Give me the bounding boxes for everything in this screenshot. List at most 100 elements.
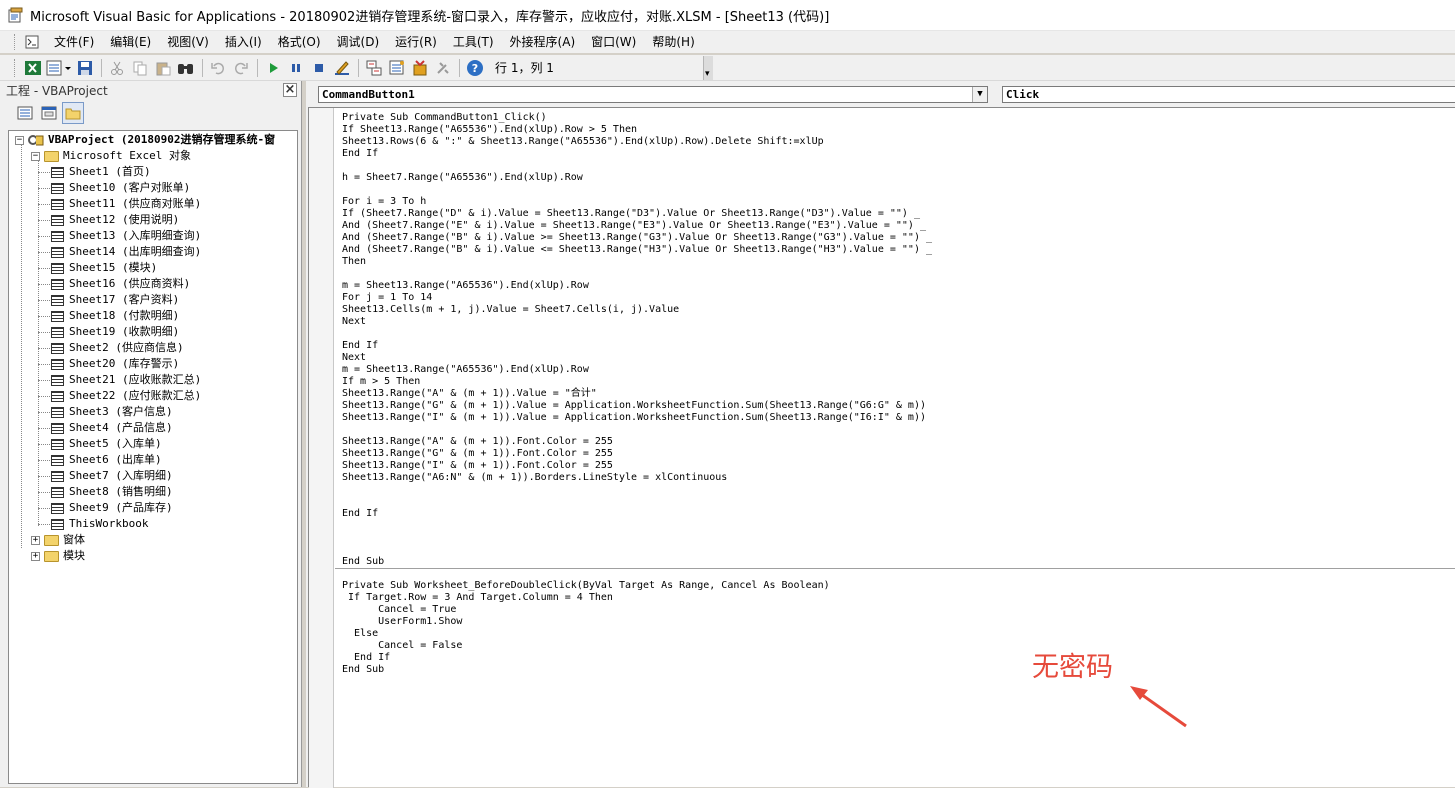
tree-item-sheet[interactable]: Sheet11 (供应商对账单) <box>38 196 201 212</box>
menu-insert[interactable]: 插入(I) <box>217 31 270 53</box>
undo-icon[interactable] <box>207 57 229 79</box>
menu-help[interactable]: 帮助(H) <box>644 31 702 53</box>
tree-item-label: Sheet17 (客户资料) <box>69 293 180 306</box>
tree-item-label: Sheet22 (应付账款汇总) <box>69 389 202 402</box>
menu-file[interactable]: 文件(F) <box>46 31 102 53</box>
toolbox-icon[interactable] <box>432 57 454 79</box>
workbook-icon <box>51 518 64 530</box>
sheet-icon <box>51 294 64 306</box>
sheet-icon <box>51 358 64 370</box>
close-icon[interactable]: × <box>283 83 297 97</box>
tree-item-sheet[interactable]: Sheet7 (入库明细) <box>38 468 173 484</box>
tree-item-sheet[interactable]: Sheet15 (模块) <box>38 260 158 276</box>
tree-folder-forms[interactable]: + 窗体 <box>31 532 85 548</box>
tree-item-sheet[interactable]: Sheet16 (供应商资料) <box>38 276 190 292</box>
procedure-combo[interactable]: Click <box>1002 86 1455 103</box>
menu-format[interactable]: 格式(O) <box>270 31 329 53</box>
code-editor[interactable]: Private Sub CommandButton1_Click() If Sh… <box>308 107 1455 788</box>
tree-item-label: Sheet7 (入库明细) <box>69 469 173 482</box>
properties-icon[interactable] <box>386 57 408 79</box>
tree-folder-excel-objects[interactable]: − Microsoft Excel 对象 <box>31 148 191 164</box>
project-explorer: 工程 - VBAProject × − VBAProject (20180902… <box>0 81 302 787</box>
menu-tools[interactable]: 工具(T) <box>445 31 502 53</box>
menu-run[interactable]: 运行(R) <box>387 31 445 53</box>
tree-item-sheet[interactable]: Sheet1 (首页) <box>38 164 151 180</box>
tree-item-label: ThisWorkbook <box>69 517 149 530</box>
title-bar: Microsoft Visual Basic for Applications … <box>0 0 1455 31</box>
code-proc-worksheet-beforedoubleclick[interactable]: Private Sub Worksheet_BeforeDoubleClick(… <box>342 580 830 676</box>
tree-item-sheet[interactable]: Sheet17 (客户资料) <box>38 292 180 308</box>
tree-item-sheet[interactable]: Sheet5 (入库单) <box>38 436 162 452</box>
vba-app-icon[interactable] <box>8 7 24 23</box>
collapse-icon[interactable]: − <box>15 135 24 145</box>
tree-item-label: Sheet1 (首页) <box>69 165 151 178</box>
chevron-down-icon[interactable]: ▼ <box>972 87 987 102</box>
menu-debug[interactable]: 调试(D) <box>329 31 388 53</box>
tree-folder-modules[interactable]: + 模块 <box>31 548 85 564</box>
toolbar-options-icon[interactable] <box>703 55 713 80</box>
tree-item-label: Sheet8 (销售明细) <box>69 485 173 498</box>
design-mode-icon[interactable] <box>331 57 353 79</box>
tree-item-sheet[interactable]: Sheet10 (客户对账单) <box>38 180 190 196</box>
tree-item-sheet[interactable]: Sheet3 (客户信息) <box>38 404 173 420</box>
tree-item-label: Sheet19 (收款明细) <box>69 325 180 338</box>
copy-icon[interactable] <box>129 57 151 79</box>
view-object-icon[interactable] <box>38 102 60 124</box>
tree-item-sheet[interactable]: Sheet20 (库存警示) <box>38 356 179 372</box>
expand-icon[interactable]: + <box>31 551 40 561</box>
sheet-icon <box>51 198 64 210</box>
code-margin[interactable] <box>309 108 334 788</box>
sheet-icon <box>51 230 64 242</box>
project-explorer-title: 工程 - VBAProject <box>6 83 108 98</box>
menu-view[interactable]: 视图(V) <box>159 31 217 53</box>
save-icon[interactable] <box>74 57 96 79</box>
tree-item-label: Sheet6 (出库单) <box>69 453 162 466</box>
tree-item-sheet[interactable]: Sheet12 (使用说明) <box>38 212 179 228</box>
reset-icon[interactable] <box>308 57 330 79</box>
find-icon[interactable] <box>175 57 197 79</box>
tree-item-sheet[interactable]: Sheet22 (应付账款汇总) <box>38 388 202 404</box>
tree-item-sheet[interactable]: Sheet9 (产品库存) <box>38 500 173 516</box>
sheet-icon <box>51 182 64 194</box>
paste-icon[interactable] <box>152 57 174 79</box>
tree-item-sheet[interactable]: Sheet18 (付款明细) <box>38 308 179 324</box>
sheet-icon <box>51 470 64 482</box>
run-icon[interactable] <box>262 57 284 79</box>
menu-addins[interactable]: 外接程序(A) <box>502 31 584 53</box>
object-combo[interactable]: CommandButton1 ▼ <box>318 86 988 103</box>
tree-item-sheet[interactable]: Sheet4 (产品信息) <box>38 420 173 436</box>
cut-icon[interactable] <box>106 57 128 79</box>
toolbar-separator <box>202 58 203 77</box>
view-code-icon[interactable] <box>14 102 36 124</box>
tree-item-label: Sheet14 (出库明细查询) <box>69 245 202 258</box>
redo-icon[interactable] <box>230 57 252 79</box>
toolbar-grip[interactable] <box>14 34 18 50</box>
excel-icon[interactable] <box>22 57 44 79</box>
tree-root-label: VBAProject (20180902进销存管理系统-窗 <box>48 133 276 146</box>
help-icon[interactable]: ? <box>464 57 486 79</box>
tree-item-sheet[interactable]: Sheet21 (应收账款汇总) <box>38 372 201 388</box>
insert-module-icon[interactable] <box>45 57 73 79</box>
toolbar-grip[interactable] <box>14 58 18 77</box>
excel-sheet-icon[interactable] <box>22 32 42 52</box>
object-browser-icon[interactable] <box>409 57 431 79</box>
tree-item-sheet[interactable]: Sheet8 (销售明细) <box>38 484 173 500</box>
toggle-folders-icon[interactable] <box>62 102 84 124</box>
expand-icon[interactable]: + <box>31 535 40 545</box>
collapse-icon[interactable]: − <box>31 151 40 161</box>
tree-item-sheet[interactable]: ThisWorkbook <box>38 516 149 532</box>
tree-item-sheet[interactable]: Sheet6 (出库单) <box>38 452 162 468</box>
tree-item-sheet[interactable]: Sheet2 (供应商信息) <box>38 340 184 356</box>
tree-item-sheet[interactable]: Sheet13 (入库明细查询) <box>38 228 201 244</box>
sheet-icon <box>51 214 64 226</box>
tree-item-sheet[interactable]: Sheet19 (收款明细) <box>38 324 180 340</box>
project-explorer-icon[interactable] <box>363 57 385 79</box>
code-proc-commandbutton1-click[interactable]: Private Sub CommandButton1_Click() If Sh… <box>342 112 932 568</box>
sheet-icon <box>51 342 64 354</box>
tree-root-vbaproject[interactable]: − VBAProject (20180902进销存管理系统-窗 <box>15 132 275 148</box>
tree-item-label: Sheet15 (模块) <box>69 261 158 274</box>
pause-icon[interactable] <box>285 57 307 79</box>
menu-window[interactable]: 窗口(W) <box>583 31 644 53</box>
menu-edit[interactable]: 编辑(E) <box>102 31 159 53</box>
tree-item-sheet[interactable]: Sheet14 (出库明细查询) <box>38 244 202 260</box>
